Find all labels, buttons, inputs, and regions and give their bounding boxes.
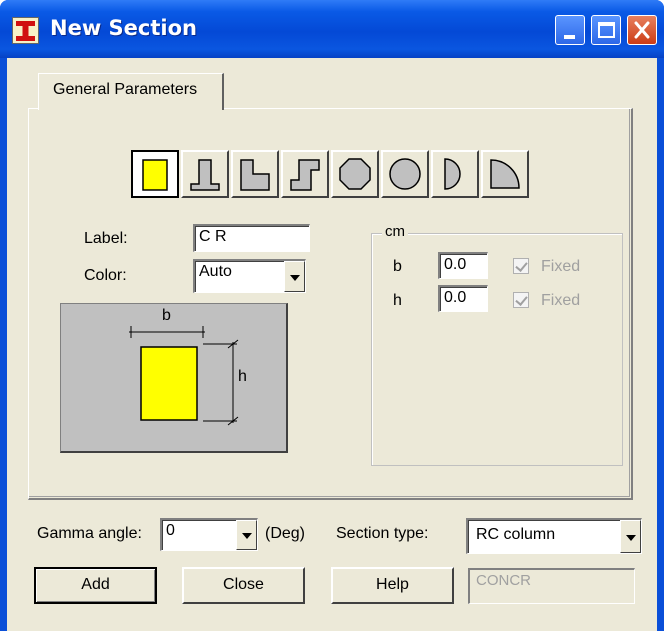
b-input[interactable]: 0.0: [438, 252, 488, 279]
b-fixed-label: Fixed: [541, 258, 581, 275]
color-select[interactable]: Auto: [193, 259, 306, 293]
material-field: CONCR: [468, 568, 635, 604]
dimensions-group: [371, 233, 623, 466]
title-bar[interactable]: New Section: [0, 0, 664, 58]
preview-h-label: h: [238, 368, 247, 385]
color-select-value: Auto: [199, 263, 232, 280]
new-section-window: New Section General Parameters Label: C …: [0, 0, 664, 631]
shape-half-circle-button[interactable]: [431, 150, 479, 198]
gamma-angle-value: 0: [166, 522, 175, 539]
maximize-button[interactable]: [591, 15, 621, 45]
tab-label: General Parameters: [53, 81, 198, 98]
gamma-unit-label: (Deg): [265, 525, 306, 542]
gamma-angle-label: Gamma angle:: [37, 525, 142, 542]
gamma-angle-select[interactable]: 0: [160, 518, 258, 551]
chevron-down-icon[interactable]: [620, 520, 641, 553]
section-i-beam-icon: [12, 17, 39, 44]
label-input[interactable]: C R: [193, 224, 310, 252]
t-section-shape-icon: [190, 159, 220, 191]
add-button[interactable]: Add: [34, 567, 157, 604]
b-label: b: [393, 258, 402, 275]
minimize-icon: [564, 35, 575, 39]
color-field-label: Color:: [84, 267, 127, 284]
maximize-icon: [598, 22, 615, 38]
chevron-down-icon[interactable]: [284, 261, 305, 292]
preview-b-label: b: [162, 307, 171, 324]
section-rectangle: [140, 346, 198, 421]
label-field-label: Label:: [84, 230, 128, 247]
octagon-shape-icon: [339, 158, 371, 190]
h-fixed-label: Fixed: [541, 292, 581, 309]
l-section-shape-icon: [240, 159, 270, 191]
chevron-down-icon[interactable]: [236, 520, 257, 550]
quarter-circle-shape-icon: [490, 159, 520, 189]
close-icon: [634, 21, 650, 39]
h-input[interactable]: 0.0: [438, 285, 488, 312]
z-section-shape-icon: [290, 159, 320, 191]
dimensions-unit-label: cm: [382, 223, 408, 240]
h-label: h: [393, 292, 402, 309]
window-title: New Section: [50, 16, 197, 40]
shape-circle-button[interactable]: [381, 150, 429, 198]
shape-quarter-circle-button[interactable]: [481, 150, 529, 198]
close-window-button[interactable]: [627, 15, 657, 45]
close-button[interactable]: Close: [182, 567, 305, 604]
section-type-label: Section type:: [336, 525, 429, 542]
shape-rectangle-button[interactable]: [131, 150, 179, 198]
section-preview-drawing: [129, 326, 239, 426]
help-button[interactable]: Help: [331, 567, 454, 604]
section-type-value: RC column: [476, 526, 556, 543]
shape-octagon-button[interactable]: [331, 150, 379, 198]
shape-t-section-button[interactable]: [181, 150, 229, 198]
circle-shape-icon: [389, 158, 421, 190]
rectangle-shape-icon: [142, 159, 168, 191]
shape-l-section-button[interactable]: [231, 150, 279, 198]
h-fixed-checkbox[interactable]: [513, 292, 529, 308]
section-type-select[interactable]: RC column: [466, 518, 642, 554]
minimize-button[interactable]: [555, 15, 585, 45]
tab-general-parameters[interactable]: General Parameters: [38, 73, 224, 110]
half-circle-shape-icon: [444, 158, 461, 190]
b-fixed-checkbox[interactable]: [513, 258, 529, 274]
shape-z-section-button[interactable]: [281, 150, 329, 198]
section-preview: b h: [60, 303, 288, 453]
